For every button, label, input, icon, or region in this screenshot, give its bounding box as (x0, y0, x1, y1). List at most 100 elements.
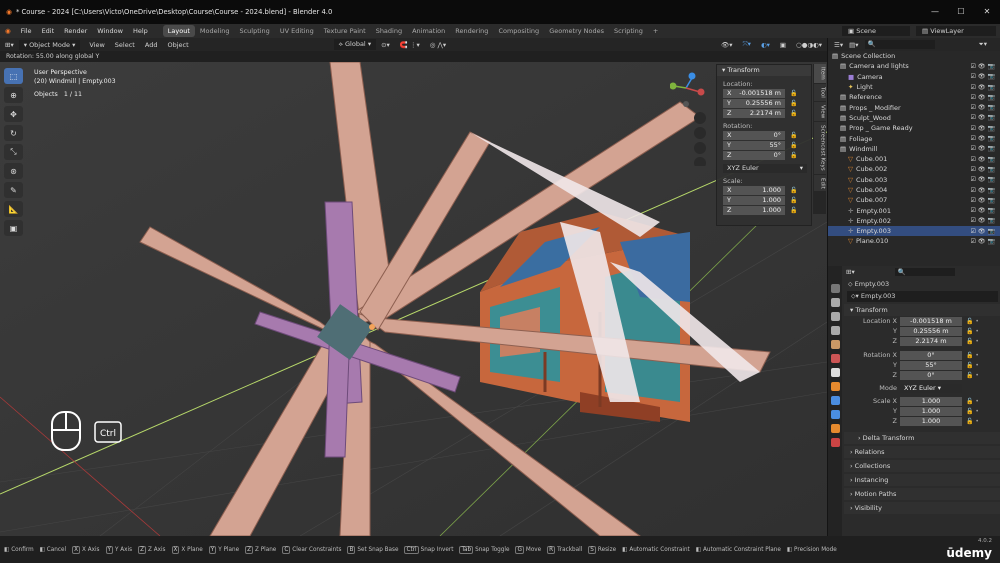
select-tool-icon[interactable]: ⬚ (4, 68, 23, 84)
filter-icon[interactable]: ⏷▾ (979, 40, 987, 49)
gizmo-y-axis[interactable] (670, 82, 677, 90)
location-y-field[interactable]: Y 0.25556 m (723, 99, 785, 108)
outliner-item[interactable]: ▽ Plane.010 ☑👁📷 (828, 236, 1000, 246)
minimize-icon[interactable]: — (922, 0, 948, 24)
collection-tab-icon[interactable] (830, 368, 840, 377)
menu-object[interactable]: Object (162, 41, 193, 49)
lock-icon[interactable]: 🔓 • (966, 362, 979, 369)
lock-icon[interactable]: 🔓 • (966, 352, 979, 359)
lock-icon[interactable]: 🔓 (790, 207, 797, 214)
visibility-toggle-icon[interactable]: ☑👁📷 (971, 125, 997, 132)
menu-edit[interactable]: Edit (37, 27, 60, 35)
view-layer-tab-icon[interactable] (830, 326, 840, 335)
visibility-toggle-icon[interactable]: ☑👁📷 (971, 166, 997, 173)
tab-view[interactable]: View (813, 101, 826, 121)
render-tab-icon[interactable] (830, 298, 840, 307)
outliner-item[interactable]: ✦ Light ☑👁📷 (828, 82, 1000, 92)
tab-modeling[interactable]: Modeling (195, 25, 235, 37)
gizmo-x-axis[interactable] (697, 88, 705, 96)
output-tab-icon[interactable] (830, 312, 840, 321)
lock-icon[interactable]: 🔓 • (966, 318, 979, 325)
prop-rotation-z[interactable]: 0° (900, 370, 962, 380)
rotation-mode-dropdown[interactable]: XYZ Euler ▾ (723, 164, 807, 173)
prop-scale-z[interactable]: 1.000 (900, 416, 962, 426)
tab-item[interactable]: Item (813, 64, 826, 83)
menu-help[interactable]: Help (128, 27, 153, 35)
zoom-icon[interactable] (694, 112, 706, 124)
scale-tool-icon[interactable]: ⤡ (4, 144, 23, 160)
tab-rendering[interactable]: Rendering (450, 25, 493, 37)
ortho-toggle-icon[interactable] (694, 157, 706, 166)
outliner-item[interactable]: ▤ Sculpt_Wood ☑👁📷 (828, 113, 1000, 123)
maximize-icon[interactable]: ☐ (948, 0, 974, 24)
texture-tab-icon[interactable] (830, 438, 840, 447)
prop-scale-x[interactable]: 1.000 (900, 396, 962, 406)
view-layer-selector[interactable]: ▤ ViewLayer (916, 26, 996, 36)
lock-icon[interactable]: 🔓 (790, 187, 797, 194)
xray-icon[interactable]: ▣ (775, 41, 791, 49)
snap-icon[interactable]: 🧲 ⋮▾ (395, 41, 425, 49)
tab-sculpting[interactable]: Sculpting (234, 25, 274, 37)
tab-geometry-nodes[interactable]: Geometry Nodes (544, 25, 609, 37)
outliner-item[interactable]: ✛ Empty.002 ☑👁📷 (828, 216, 1000, 226)
outliner-item[interactable]: ▽ Cube.001 ☑👁📷 (828, 154, 1000, 164)
instancing-section[interactable]: › Instancing (844, 474, 1000, 486)
lock-icon[interactable]: 🔓 • (966, 328, 979, 335)
prop-rotation-mode[interactable]: XYZ Euler ▾ (900, 383, 962, 393)
tab-scripting[interactable]: Scripting (609, 25, 648, 37)
scale-x-field[interactable]: X 1.000 (723, 186, 785, 195)
tool-tab-icon[interactable] (830, 284, 840, 293)
lock-icon[interactable]: 🔓 • (966, 372, 979, 379)
orientation-selector[interactable]: ⟡ Global ▾ (333, 39, 377, 50)
gizmo-neg-z-axis[interactable] (683, 101, 689, 107)
shading-modes-icon[interactable]: ○●◑◐▾ (791, 41, 827, 49)
lock-icon[interactable]: 🔓 (790, 142, 797, 149)
outliner-item[interactable]: ▤ Scene Collection (828, 51, 1000, 61)
visibility-toggle-icon[interactable]: ☑👁📷 (971, 135, 997, 142)
outliner-item[interactable]: ▽ Cube.004 ☑👁📷 (828, 185, 1000, 195)
menu-view[interactable]: View (84, 41, 109, 49)
menu-add[interactable]: Add (140, 41, 163, 49)
lock-icon[interactable]: 🔓 • (966, 418, 979, 425)
pan-icon[interactable] (694, 127, 706, 139)
outliner-item[interactable]: ▤ Reference ☑👁📷 (828, 92, 1000, 102)
outliner-item[interactable]: ▤ Prop _ Game Ready ☑👁📷 (828, 123, 1000, 133)
transform-tool-icon[interactable]: ⊛ (4, 163, 23, 179)
prop-location-z[interactable]: 2.2174 m (900, 336, 962, 346)
properties-search-input[interactable]: 🔍 (894, 268, 955, 276)
scene-tab-icon[interactable] (830, 340, 840, 349)
lock-icon[interactable]: 🔓 (790, 90, 797, 97)
prop-location-x[interactable]: -0.001518 m (900, 316, 962, 326)
lock-icon[interactable]: 🔓 (790, 100, 797, 107)
move-tool-icon[interactable]: ✥ (4, 106, 23, 122)
relations-section[interactable]: › Relations (844, 446, 1000, 458)
outliner-item[interactable]: ■ Camera ☑👁📷 (828, 72, 1000, 82)
overlay-icon[interactable]: ◐▾ (756, 41, 775, 49)
editor-type-icon[interactable]: ⊞▾ (846, 268, 855, 276)
transform-section-header[interactable]: ▾ Transform (844, 304, 1000, 316)
location-z-field[interactable]: Z 2.2174 m (723, 109, 785, 118)
prop-rotation-y[interactable]: 55° (900, 360, 962, 370)
cursor-tool-icon[interactable]: ⊕ (4, 87, 23, 103)
display-mode-icon[interactable]: ▤▾ (849, 41, 858, 49)
rotation-x-field[interactable]: X 0° (723, 131, 785, 140)
tab-animation[interactable]: Animation (407, 25, 450, 37)
prop-scale-y[interactable]: 1.000 (900, 406, 962, 416)
outliner-item[interactable]: ▽ Cube.007 ☑👁📷 (828, 195, 1000, 205)
tab-tool[interactable]: Tool (813, 83, 826, 101)
visibility-toggle-icon[interactable]: ☑👁📷 (971, 238, 997, 245)
prop-rotation-x[interactable]: 0° (900, 350, 962, 360)
visibility-toggle-icon[interactable]: ☑👁📷 (971, 156, 997, 163)
measure-tool-icon[interactable]: 📐 (4, 201, 23, 217)
outliner-item[interactable]: ✛ Empty.001 ☑👁📷 (828, 205, 1000, 215)
delta-transform-section[interactable]: › Delta Transform (844, 432, 1000, 444)
mode-selector[interactable]: ▾ Object Mode ▾ (18, 39, 81, 50)
lock-icon[interactable]: 🔓 (790, 152, 797, 159)
menu-render[interactable]: Render (59, 27, 92, 35)
outliner-item[interactable]: ✛ Empty.003 ☑👁📷 (828, 226, 1000, 237)
scale-y-field[interactable]: Y 1.000 (723, 196, 785, 205)
visibility-toggle-icon[interactable]: ☑👁📷 (971, 176, 997, 183)
gizmo-z-axis[interactable] (688, 72, 696, 80)
physics-tab-icon[interactable] (830, 396, 840, 405)
object-tab-icon[interactable] (830, 382, 840, 391)
